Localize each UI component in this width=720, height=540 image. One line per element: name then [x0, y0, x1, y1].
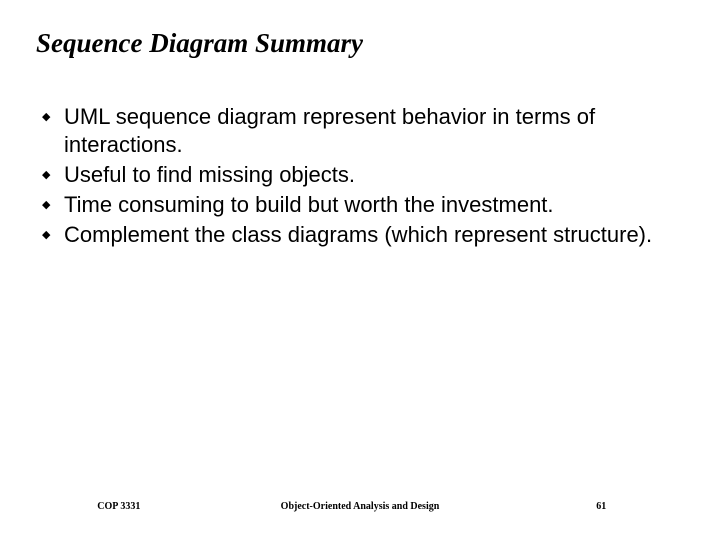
slide-title: Sequence Diagram Summary	[36, 28, 684, 59]
slide-footer: COP 3331 Object-Oriented Analysis and De…	[0, 501, 720, 512]
list-item: ◆ Time consuming to build but worth the …	[42, 191, 684, 219]
list-item: ◆ Useful to find missing objects.	[42, 161, 684, 189]
bullet-text: Time consuming to build but worth the in…	[64, 191, 554, 219]
list-item: ◆ Complement the class diagrams (which r…	[42, 221, 684, 249]
slide: Sequence Diagram Summary ◆ UML sequence …	[0, 0, 720, 540]
list-item: ◆ UML sequence diagram represent behavio…	[42, 103, 684, 159]
bullet-text: UML sequence diagram represent behavior …	[64, 103, 684, 159]
footer-center: Object-Oriented Analysis and Design	[238, 501, 483, 512]
diamond-icon: ◆	[42, 103, 64, 131]
diamond-icon: ◆	[42, 221, 64, 249]
bullet-list: ◆ UML sequence diagram represent behavio…	[36, 103, 684, 249]
diamond-icon: ◆	[42, 191, 64, 219]
footer-right: 61	[482, 501, 720, 512]
footer-left: COP 3331	[0, 501, 238, 512]
diamond-icon: ◆	[42, 161, 64, 189]
bullet-text: Complement the class diagrams (which rep…	[64, 221, 652, 249]
bullet-text: Useful to find missing objects.	[64, 161, 355, 189]
